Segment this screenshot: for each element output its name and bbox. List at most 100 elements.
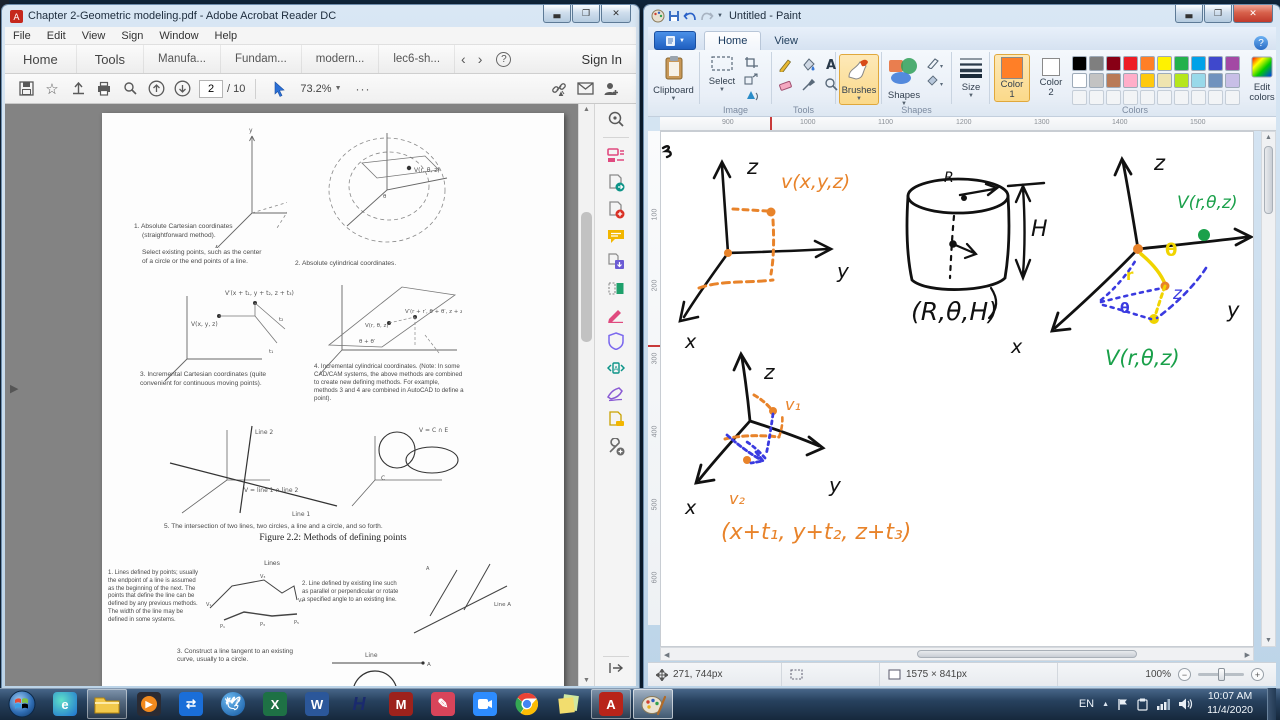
shapes-preview-icon[interactable] <box>887 56 921 86</box>
save-icon[interactable] <box>13 77 39 101</box>
menu-file[interactable]: File <box>5 30 39 42</box>
paint-minimize-button[interactable]: ▃ <box>1175 5 1203 23</box>
zoom-out-button[interactable]: − <box>1178 668 1191 681</box>
pdf-scrollbar-thumb[interactable] <box>581 212 592 342</box>
rotate-icon[interactable] <box>744 89 759 102</box>
size-button[interactable]: Size ▼ <box>955 56 987 99</box>
tab-doc-lec6[interactable]: lec6-sh... <box>379 45 456 73</box>
taskbar-paint[interactable] <box>633 689 673 719</box>
qat-save-icon[interactable] <box>668 10 680 22</box>
taskbar-adobe-reader[interactable]: A <box>591 689 631 719</box>
print-icon[interactable] <box>91 77 117 101</box>
taskbar-sticky-notes[interactable] <box>549 689 589 719</box>
zoom-level-value[interactable]: 73.2% <box>300 83 331 95</box>
combine-files-icon[interactable] <box>607 253 625 271</box>
menu-help[interactable]: Help <box>207 30 246 42</box>
paint-help-icon[interactable]: ? <box>1254 36 1268 50</box>
palette-color-swatch[interactable] <box>1225 56 1240 71</box>
tab-scroll-next[interactable]: › <box>472 51 489 67</box>
palette-color-swatch[interactable] <box>1123 73 1138 88</box>
palette-color-swatch[interactable] <box>1140 56 1155 71</box>
qat-redo-icon[interactable] <box>700 10 714 22</box>
export-pdf-icon[interactable] <box>606 147 625 165</box>
qat-customize-caret-icon[interactable]: ▼ <box>717 13 723 19</box>
taskbar-word[interactable]: W <box>297 689 337 719</box>
tray-expand-icon[interactable]: ▲ <box>1102 701 1109 708</box>
canvas-hscrollbar-thumb[interactable] <box>917 650 1137 658</box>
edit-colors-button[interactable]: Edit colors <box>1248 56 1276 103</box>
organize-pages-icon[interactable] <box>607 280 625 298</box>
fill-sign-icon[interactable] <box>607 307 625 323</box>
palette-empty-slot[interactable] <box>1174 90 1189 105</box>
protect-icon[interactable] <box>607 332 624 350</box>
color2-button[interactable]: Color 2 <box>1034 54 1068 99</box>
palette-color-swatch[interactable] <box>1106 56 1121 71</box>
palette-empty-slot[interactable] <box>1089 90 1104 105</box>
taskbar-pen-app[interactable]: ✎ <box>423 689 463 719</box>
palette-color-swatch[interactable] <box>1157 56 1172 71</box>
paste-button[interactable]: Clipboard ▼ <box>648 52 699 102</box>
qat-undo-icon[interactable] <box>683 10 697 22</box>
acrobat-close-button[interactable]: ✕ <box>601 5 631 23</box>
zoom-in-button[interactable]: + <box>1251 668 1264 681</box>
palette-color-swatch[interactable] <box>1089 73 1104 88</box>
color-picker-icon[interactable] <box>801 77 816 92</box>
menu-window[interactable]: Window <box>151 30 206 42</box>
palette-color-swatch[interactable] <box>1123 56 1138 71</box>
palette-color-swatch[interactable] <box>1106 73 1121 88</box>
canvas-vscrollbar-thumb[interactable] <box>1264 146 1273 214</box>
tray-action-center-icon[interactable] <box>1137 698 1149 711</box>
help-question-icon[interactable]: ? <box>496 51 512 67</box>
resize-icon[interactable] <box>744 73 759 85</box>
palette-color-swatch[interactable] <box>1140 73 1155 88</box>
page-number-input[interactable]: 2 <box>199 79 223 98</box>
paint-close-button[interactable]: ✕ <box>1233 5 1273 23</box>
tray-volume-icon[interactable] <box>1179 698 1193 710</box>
color1-button[interactable]: Color 1 <box>994 54 1030 102</box>
paint-maximize-button[interactable]: ❐ <box>1204 5 1232 23</box>
palette-color-swatch[interactable] <box>1191 73 1206 88</box>
share-icon[interactable] <box>65 77 91 101</box>
panel-collapse-icon[interactable] <box>608 661 624 675</box>
tab-tools[interactable]: Tools <box>77 45 145 73</box>
compress-pdf-icon[interactable]: A <box>606 359 625 377</box>
tab-scroll-prev[interactable]: ‹ <box>455 51 472 67</box>
taskbar-excel[interactable]: X <box>255 689 295 719</box>
palette-empty-slot[interactable] <box>1106 90 1121 105</box>
taskbar-thunderbird[interactable]: 🕊 <box>213 689 253 719</box>
palette-color-swatch[interactable] <box>1208 73 1223 88</box>
palette-color-swatch[interactable] <box>1191 56 1206 71</box>
palette-color-swatch[interactable] <box>1208 56 1223 71</box>
star-icon[interactable]: ☆ <box>39 77 65 101</box>
page-down-icon[interactable] <box>169 77 195 101</box>
palette-empty-slot[interactable] <box>1191 90 1206 105</box>
zoom-dropdown-caret-icon[interactable]: ▼ <box>335 85 342 92</box>
canvas-vscrollbar[interactable]: ▲ ▼ <box>1261 131 1276 647</box>
tray-flag-icon[interactable] <box>1117 698 1129 711</box>
email-icon[interactable] <box>572 77 598 101</box>
paint-canvas[interactable]: z y x v(x,y,z) R H (R,θ,H) z y x θ r θ z… <box>660 131 1254 647</box>
tab-home[interactable]: Home <box>5 45 77 73</box>
palette-empty-slot[interactable] <box>1157 90 1172 105</box>
select-cursor-icon[interactable] <box>266 77 292 101</box>
tab-doc-manufa[interactable]: Manufa... <box>144 45 221 73</box>
taskbar-mendeley[interactable]: M <box>381 689 421 719</box>
create-pdf-icon[interactable] <box>607 174 625 192</box>
acrobat-restore-button[interactable]: ❐ <box>572 5 600 23</box>
toolbar-overflow-button[interactable]: ··· <box>356 82 371 96</box>
tab-paint-view[interactable]: View <box>761 32 811 50</box>
tray-clock[interactable]: 10:07 AM 11/4/2020 <box>1201 690 1259 717</box>
pencil-icon[interactable] <box>778 57 793 72</box>
tray-network-icon[interactable] <box>1157 698 1171 710</box>
select-button[interactable]: Select ▼ <box>703 55 741 93</box>
edit-pdf-icon[interactable] <box>607 201 625 219</box>
start-button[interactable] <box>1 689 43 719</box>
fill-bucket-icon[interactable] <box>801 57 816 72</box>
sign-in-button[interactable]: Sign In <box>582 52 622 67</box>
certificates-icon[interactable] <box>606 386 625 402</box>
search-tools-icon[interactable] <box>607 110 625 128</box>
zoom-slider-thumb[interactable] <box>1218 668 1225 681</box>
crop-icon[interactable] <box>744 56 759 69</box>
taskbar-edge[interactable]: e <box>45 689 85 719</box>
find-icon[interactable] <box>117 77 143 101</box>
